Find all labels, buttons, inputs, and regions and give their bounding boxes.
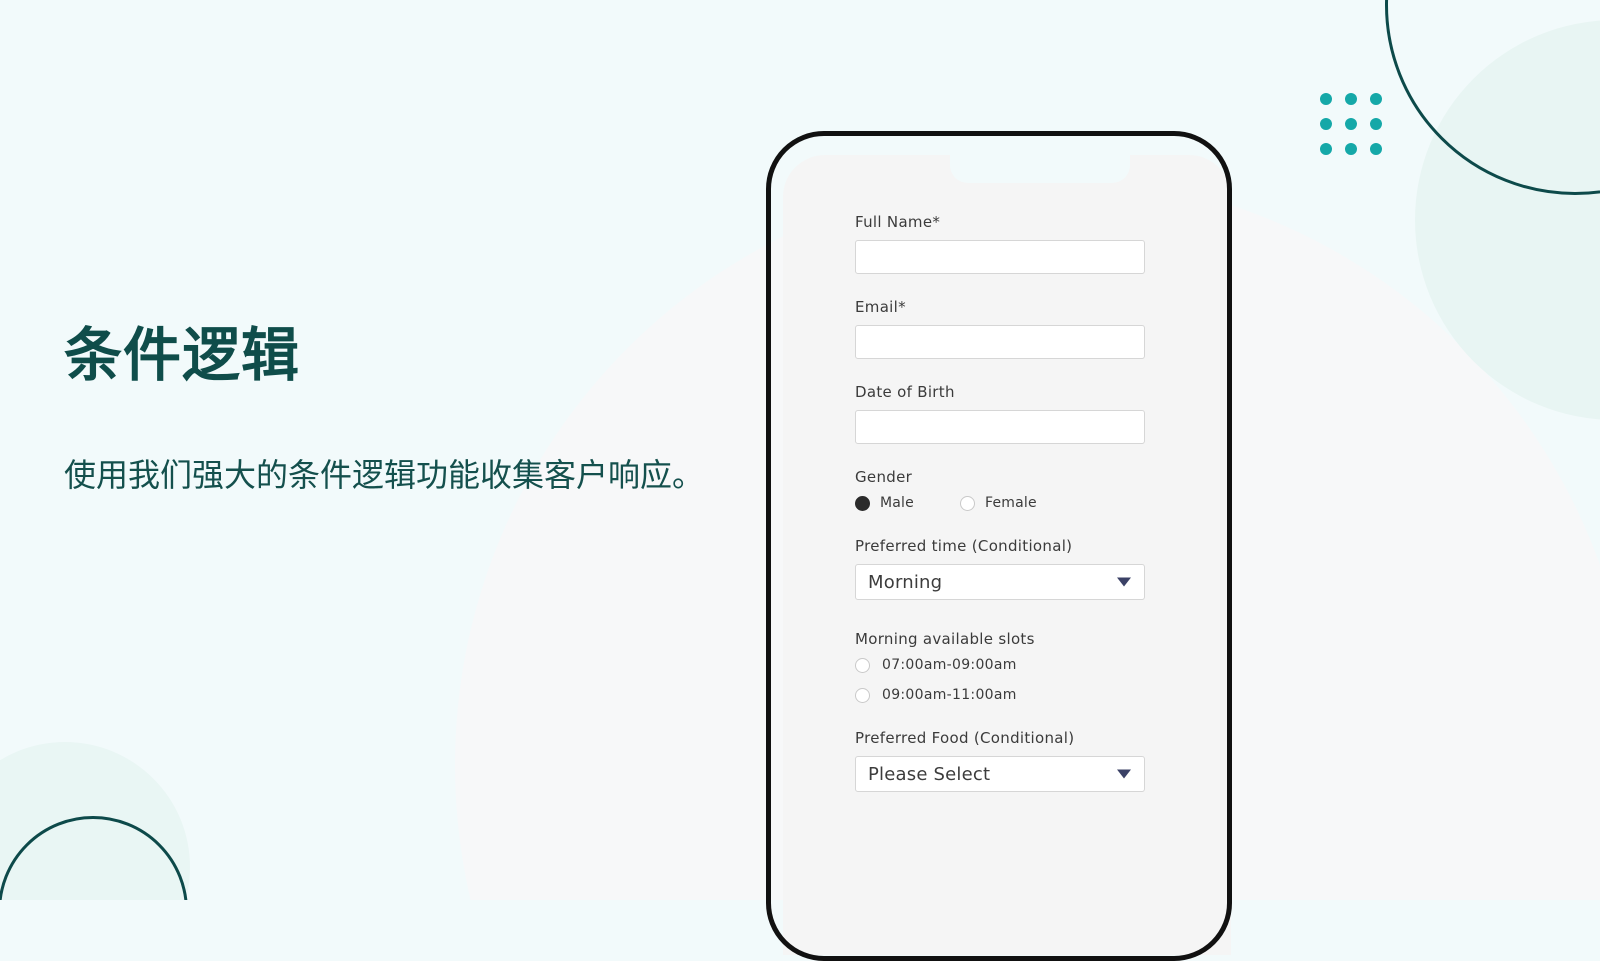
background-circle-mint-bottom-left — [0, 742, 190, 900]
date-of-birth-input[interactable] — [855, 410, 1145, 444]
background-circle-mint-top-right — [1415, 20, 1600, 420]
field-email: Email* — [855, 298, 1145, 359]
gender-radio-group: Male Female — [855, 495, 1145, 511]
field-gender: Gender Male Female — [855, 468, 1145, 511]
gender-option-female-label: Female — [984, 495, 1037, 511]
radio-empty-icon[interactable] — [959, 495, 975, 511]
gender-option-female[interactable]: Female — [959, 495, 1037, 511]
page-title: 条件逻辑 — [64, 321, 301, 389]
radio-empty-icon[interactable] — [855, 687, 870, 703]
full-name-input[interactable] — [855, 240, 1145, 274]
field-full-name: Full Name* — [855, 213, 1145, 274]
full-name-label: Full Name* — [855, 213, 941, 231]
gender-option-male[interactable]: Male — [855, 495, 914, 511]
slot-option-1-label: 07:00am-09:00am — [882, 657, 1017, 673]
phone-notch — [950, 149, 1130, 183]
page-subtitle: 使用我们强大的条件逻辑功能收集客户响应。 — [64, 455, 705, 494]
preferred-food-label: Preferred Food (Conditional) — [855, 729, 1075, 747]
slot-option-1[interactable]: 07:00am-09:00am — [855, 657, 1145, 673]
field-preferred-food: Preferred Food (Conditional) Please Sele… — [855, 729, 1145, 792]
field-preferred-time: Preferred time (Conditional) Morning — [855, 537, 1145, 600]
gender-label: Gender — [855, 468, 913, 486]
preferred-food-value: Please Select — [868, 763, 991, 785]
hero-copy: 条件逻辑 使用我们强大的条件逻辑功能收集客户响应。 — [64, 322, 754, 501]
preferred-time-select[interactable]: Morning — [855, 564, 1145, 600]
field-date-of-birth: Date of Birth — [855, 383, 1145, 444]
radio-empty-icon[interactable] — [855, 657, 870, 673]
preferred-food-select[interactable]: Please Select — [855, 756, 1145, 792]
email-label: Email* — [855, 298, 906, 316]
morning-slots-label: Morning available slots — [855, 630, 1035, 648]
background-ring-bottom-left — [0, 816, 188, 900]
slot-option-2[interactable]: 09:00am-11:00am — [855, 687, 1145, 703]
field-morning-slots: Morning available slots 07:00am-09:00am … — [855, 630, 1145, 703]
chevron-down-icon[interactable] — [1117, 769, 1131, 779]
morning-slots-radio-group: 07:00am-09:00am 09:00am-11:00am — [855, 657, 1145, 703]
preferred-time-value: Morning — [868, 571, 943, 593]
dot-grid-icon — [1320, 93, 1382, 155]
chevron-down-icon[interactable] — [1117, 577, 1131, 587]
date-of-birth-label: Date of Birth — [855, 383, 955, 401]
conditional-logic-form: Full Name* Email* Date of Birth Gender M… — [855, 213, 1145, 816]
email-input[interactable] — [855, 325, 1145, 359]
slot-option-2-label: 09:00am-11:00am — [882, 687, 1017, 703]
background-ring-top-right — [1385, 0, 1600, 195]
radio-filled-icon[interactable] — [855, 495, 870, 511]
gender-option-male-label: Male — [880, 495, 914, 511]
preferred-time-label: Preferred time (Conditional) — [855, 537, 1073, 555]
